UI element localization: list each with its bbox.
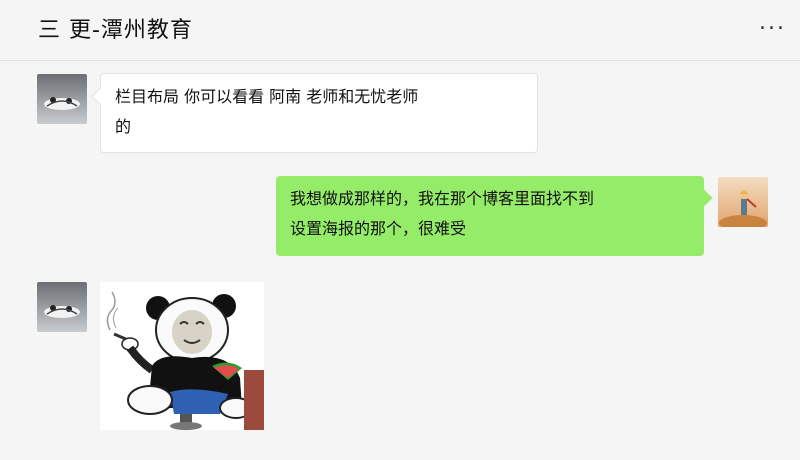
chat-title: 三 更-潭州教育 [38,18,193,43]
message-line: 我想做成那样的，我在那个博客里面找不到 [290,189,595,208]
bubble-tail [695,189,713,207]
message-line: 设置海报的那个，很难受 [290,219,467,238]
more-options-button[interactable]: ... [759,10,786,35]
panda-meme-smoking-watermelon-sticker[interactable] [100,282,264,430]
chat-header: 三 更-潭州教育 ... [0,0,800,61]
message-bubble-incoming[interactable]: 栏目布局 你可以看看 阿南 老师和无忧老师 的 [91,73,538,153]
message-line: 栏目布局 你可以看看 阿南 老师和无忧老师 [115,87,419,106]
little-prince-avatar[interactable] [718,177,768,227]
message-line: 的 [115,117,132,136]
panda-avatar-icon[interactable] [37,282,87,332]
panda-avatar-icon[interactable] [37,74,87,124]
bubble-tail [91,87,110,106]
message-bubble-outgoing[interactable]: 我想做成那样的，我在那个博客里面找不到 设置海报的那个，很难受 [276,176,713,256]
